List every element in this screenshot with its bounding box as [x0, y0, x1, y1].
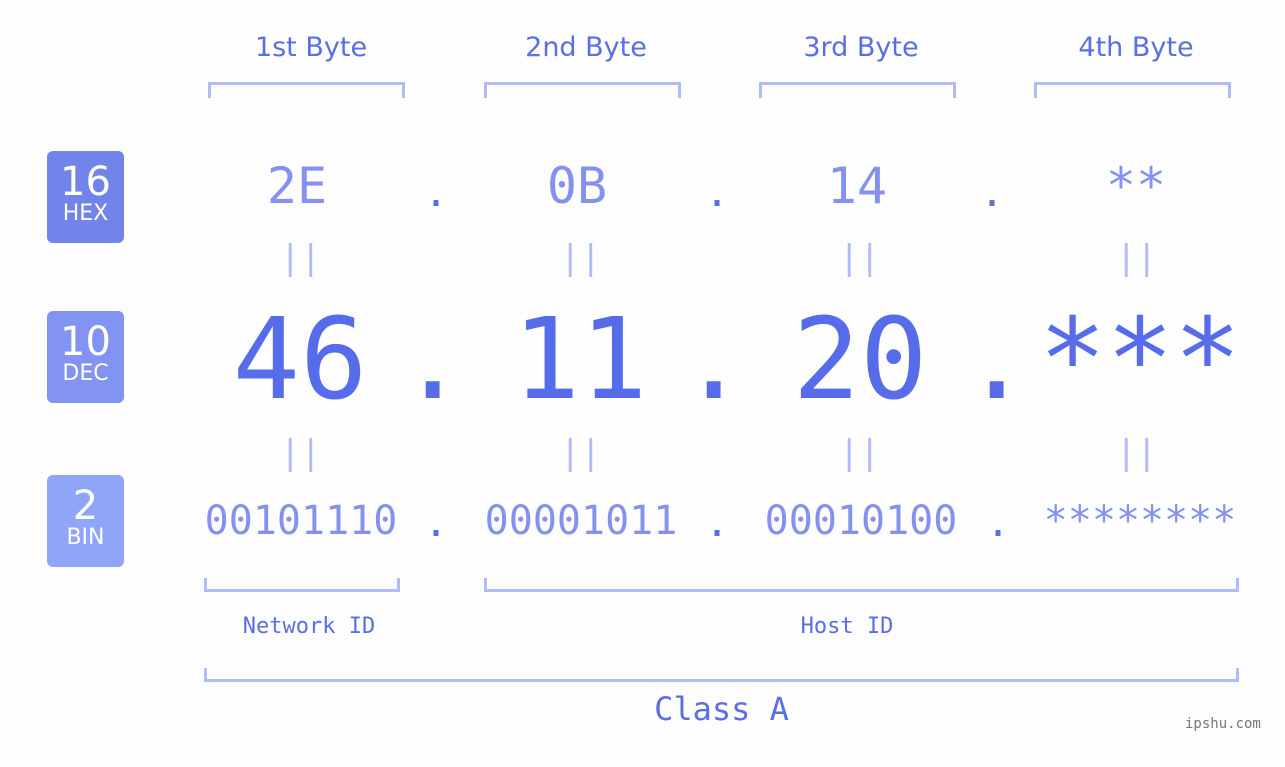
dec-byte-4: *** [1038, 295, 1242, 425]
byte-bracket-4 [1034, 82, 1231, 98]
bin-byte-3: 00010100 [764, 498, 958, 544]
watermark: ipshu.com [1185, 716, 1261, 732]
hex-badge: 16 HEX [47, 151, 124, 243]
equals-sign: || [1116, 433, 1157, 473]
dec-badge: 10 DEC [47, 311, 124, 403]
dec-separator: . [963, 295, 1031, 425]
byte-label-1: 1st Byte [254, 32, 368, 63]
dec-byte-2: 11 [512, 295, 648, 425]
host-id-bracket [484, 578, 1239, 592]
byte-bracket-3 [759, 82, 956, 98]
hex-separator: . [424, 170, 449, 216]
class-label: Class A [654, 690, 789, 728]
hex-byte-4: ** [1105, 157, 1167, 215]
dec-separator: . [399, 295, 467, 425]
bin-separator: . [986, 500, 1011, 546]
hex-badge-label: HEX [62, 201, 109, 226]
equals-sign: || [560, 238, 601, 278]
dec-badge-label: DEC [62, 361, 109, 386]
hex-separator: . [705, 170, 730, 216]
dec-separator: . [680, 295, 748, 425]
byte-bracket-1 [208, 82, 405, 98]
equals-sign: || [839, 433, 880, 473]
equals-sign: || [280, 433, 321, 473]
bin-byte-2: 00001011 [484, 498, 678, 544]
bin-badge-number: 2 [72, 483, 99, 529]
bin-separator: . [424, 500, 449, 546]
bin-badge: 2 BIN [47, 475, 124, 567]
bin-separator: . [705, 500, 730, 546]
bin-byte-4: ******** [1043, 498, 1237, 544]
dec-badge-number: 10 [60, 319, 111, 365]
byte-label-4: 4th Byte [1078, 32, 1194, 63]
hex-byte-1: 2E [266, 157, 328, 215]
dec-byte-1: 46 [232, 295, 368, 425]
host-id-label: Host ID [800, 614, 894, 639]
network-id-bracket [204, 578, 400, 592]
dec-byte-3: 20 [792, 295, 928, 425]
hex-badge-number: 16 [60, 159, 111, 205]
hex-byte-2: 0B [546, 157, 608, 215]
bin-byte-1: 00101110 [204, 498, 398, 544]
byte-label-3: 3rd Byte [803, 32, 919, 63]
equals-sign: || [560, 433, 601, 473]
hex-byte-3: 14 [826, 157, 888, 215]
equals-sign: || [839, 238, 880, 278]
bin-badge-label: BIN [66, 525, 105, 550]
network-id-label: Network ID [242, 614, 376, 639]
equals-sign: || [1116, 238, 1157, 278]
byte-label-2: 2nd Byte [525, 32, 647, 63]
byte-bracket-2 [484, 82, 681, 98]
class-bracket [204, 668, 1239, 682]
hex-separator: . [980, 170, 1005, 216]
equals-sign: || [280, 238, 321, 278]
